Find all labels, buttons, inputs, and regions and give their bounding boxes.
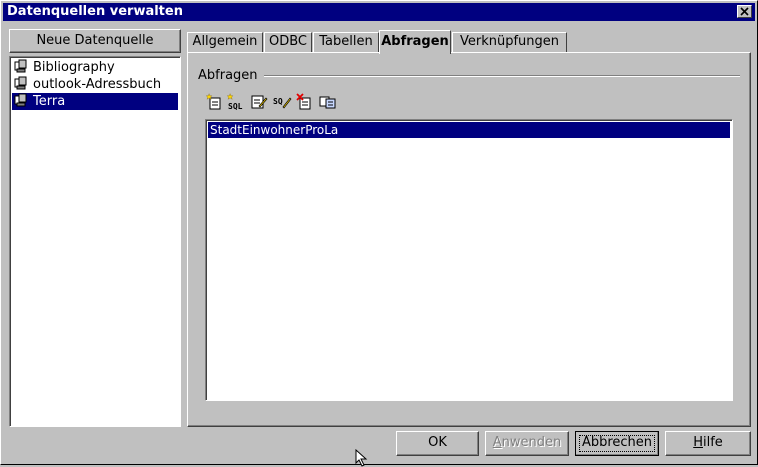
tab-abfragen[interactable]: Abfragen <box>379 30 451 54</box>
copy-query-button[interactable] <box>319 93 339 111</box>
new-datasource-button[interactable]: Neue Datenquelle <box>9 29 181 53</box>
svg-text:SQ: SQ <box>273 97 283 106</box>
database-icon <box>14 59 27 73</box>
tab-tabellen[interactable]: Tabellen <box>313 32 379 52</box>
edit-sql-query-icon: SQ <box>273 97 292 109</box>
mouse-pointer-icon <box>355 449 368 467</box>
delete-query-icon <box>296 93 311 110</box>
tab-odbc[interactable]: ODBC <box>264 32 312 52</box>
apply-button[interactable]: Anwenden <box>485 431 569 456</box>
datasource-item-terra[interactable]: Terra <box>12 93 178 110</box>
close-icon <box>740 7 749 16</box>
close-button[interactable] <box>737 5 752 18</box>
help-button[interactable]: Hilfe <box>665 431 751 456</box>
database-icon <box>14 93 27 107</box>
dialog-window: Datenquellen verwalten Neue Datenquelle … <box>0 0 758 467</box>
query-item[interactable]: StadtEinwohnerProLa <box>208 122 730 138</box>
datasource-item-bibliography[interactable]: Bibliography <box>12 59 178 76</box>
queries-group-title: Abfragen <box>198 68 264 83</box>
edit-query-button[interactable] <box>250 93 270 111</box>
cancel-button[interactable]: Abbrechen <box>575 431 659 456</box>
svg-text:SQL: SQL <box>228 102 243 111</box>
datasource-list[interactable]: Bibliography outlook-Adressbuch Terra <box>9 56 181 427</box>
query-list[interactable]: StadtEinwohnerProLa <box>205 119 733 401</box>
new-sql-query-icon: SQL <box>226 93 243 111</box>
delete-query-button[interactable] <box>296 93 316 111</box>
tab-panel-abfragen: Abfragen SQL SQ StadtEinwohnerProLa <box>187 52 751 427</box>
edit-query-icon <box>251 95 268 109</box>
datasource-item-outlook[interactable]: outlook-Adressbuch <box>12 76 178 93</box>
new-query-icon <box>205 93 221 110</box>
edit-sql-query-button[interactable]: SQ <box>273 93 293 111</box>
tab-allgemein[interactable]: Allgemein <box>187 32 263 52</box>
database-icon <box>14 76 27 90</box>
copy-query-icon <box>319 96 336 109</box>
ok-button[interactable]: OK <box>396 431 479 456</box>
group-divider <box>258 75 740 77</box>
new-sql-query-button[interactable]: SQL <box>226 93 247 111</box>
window-title: Datenquellen verwalten <box>7 4 183 19</box>
title-bar[interactable]: Datenquellen verwalten <box>3 3 755 21</box>
new-query-button[interactable] <box>205 93 226 111</box>
tab-verknuepfungen[interactable]: Verknüpfungen <box>452 32 567 52</box>
